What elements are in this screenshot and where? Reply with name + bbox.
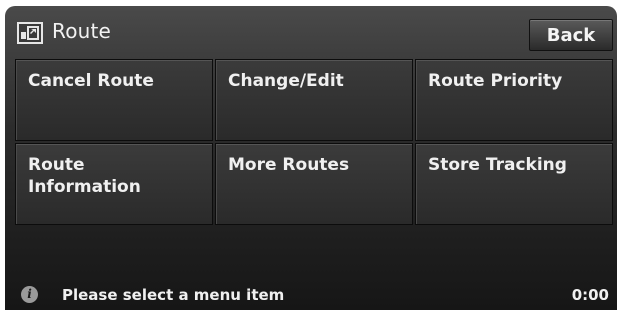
route-menu-grid: Cancel Route Change/Edit Route Priority … xyxy=(14,58,614,226)
store-tracking-button[interactable]: Store Tracking xyxy=(415,143,613,225)
change-edit-button[interactable]: Change/Edit xyxy=(215,59,413,141)
route-priority-button[interactable]: Route Priority xyxy=(415,59,613,141)
route-information-button[interactable]: Route Information xyxy=(15,143,213,225)
status-message: Please select a menu item xyxy=(62,286,285,304)
page-title: Route xyxy=(52,19,112,43)
navigation-screen: Route Back Cancel Route Change/Edit Rout… xyxy=(5,6,617,310)
header-bar: Route Back xyxy=(5,6,617,56)
cancel-route-button[interactable]: Cancel Route xyxy=(15,59,213,141)
more-routes-button[interactable]: More Routes xyxy=(215,143,413,225)
status-bar: i Please select a menu item 0:00 xyxy=(5,282,617,310)
route-icon xyxy=(17,22,43,44)
clock-display: 0:00 xyxy=(571,286,609,304)
back-button[interactable]: Back xyxy=(529,19,613,51)
info-icon: i xyxy=(21,286,38,303)
